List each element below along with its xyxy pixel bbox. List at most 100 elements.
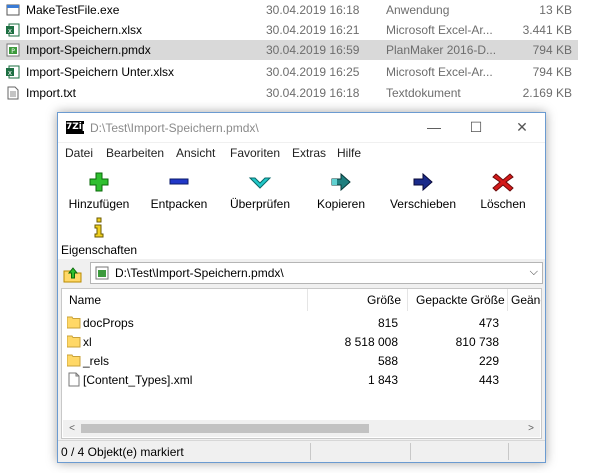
- file-type: Anwendung: [386, 3, 450, 17]
- test-button[interactable]: Überprüfen: [224, 171, 296, 211]
- status-divider: [310, 443, 311, 460]
- address-bar: D:\Test\Import-Speichern.pmdx\ ⌵: [58, 261, 545, 287]
- move-label: Verschieben: [389, 197, 457, 211]
- item-name: _rels: [83, 354, 110, 368]
- item-name: xl: [83, 335, 92, 349]
- svg-text:P: P: [11, 48, 15, 55]
- menu-hilfe[interactable]: Hilfe: [337, 146, 361, 160]
- folder-icon: [67, 354, 81, 367]
- file-date: 30.04.2019 16:59: [266, 43, 360, 57]
- sevenzip-app-icon: 7Zip: [66, 121, 89, 134]
- explorer-file-row-selected[interactable]: P Import-Speichern.pmdx 30.04.2019 16:59…: [0, 40, 578, 60]
- file-date: 30.04.2019 16:25: [266, 65, 360, 79]
- menu-favoriten[interactable]: Favoriten: [230, 146, 280, 160]
- planmaker-file-icon: [95, 266, 109, 280]
- excel-file-icon: x: [6, 65, 20, 79]
- column-header-size[interactable]: Größe: [367, 293, 401, 307]
- file-name: Import.txt: [26, 86, 77, 100]
- address-path: D:\Test\Import-Speichern.pmdx\: [115, 266, 284, 280]
- file-type: PlanMaker 2016-D...: [386, 43, 497, 57]
- list-header: Name Größe Gepackte Größe Geänc: [62, 289, 541, 311]
- svg-text:x: x: [8, 27, 12, 35]
- explorer-file-row[interactable]: Import.txt 30.04.2019 16:18 Textdokument…: [0, 83, 578, 103]
- explorer-file-row[interactable]: x Import-Speichern.xlsx 30.04.2019 16:21…: [0, 20, 578, 40]
- check-arrow-icon: [248, 177, 272, 189]
- menu-bar: Datei Bearbeiten Ansicht Favoriten Extra…: [58, 143, 545, 163]
- item-size: 815: [377, 316, 398, 330]
- extract-label: Entpacken: [150, 197, 208, 211]
- maximize-button[interactable]: ☐: [453, 113, 499, 142]
- status-bar: 0 / 4 Objekt(e) markiert: [58, 440, 545, 462]
- column-header-modified[interactable]: Geänc: [511, 293, 541, 307]
- svg-text:x: x: [8, 69, 12, 77]
- item-name: [Content_Types].xml: [83, 373, 193, 387]
- info-label: Eigenschaften: [61, 243, 138, 257]
- delete-button[interactable]: Löschen: [474, 171, 532, 211]
- minus-icon: [169, 178, 189, 185]
- file-name: Import-Speichern.xlsx: [26, 23, 143, 37]
- item-packed-size: 473: [478, 316, 499, 330]
- file-type: Microsoft Excel-Ar...: [386, 23, 493, 37]
- column-divider[interactable]: [507, 289, 508, 311]
- item-packed-size: 443: [478, 373, 499, 387]
- file-size: 13 KB: [539, 3, 572, 17]
- chevron-down-icon[interactable]: ⌵: [530, 266, 538, 279]
- item-packed-size: 810 738: [455, 335, 499, 349]
- copy-label: Kopieren: [316, 197, 366, 211]
- file-type: Microsoft Excel-Ar...: [386, 65, 493, 79]
- item-size: 1 843: [367, 373, 398, 387]
- column-divider[interactable]: [407, 289, 408, 311]
- column-header-packed[interactable]: Gepackte Größe: [416, 293, 505, 307]
- menu-datei[interactable]: Datei: [65, 146, 93, 160]
- explorer-file-row[interactable]: x Import-Speichern Unter.xlsx 30.04.2019…: [0, 62, 578, 82]
- list-item[interactable]: [Content_Types].xml 1 843 443: [62, 370, 541, 389]
- folder-icon: [67, 316, 81, 329]
- planmaker-file-icon: P: [6, 43, 20, 57]
- horizontal-scrollbar[interactable]: < >: [63, 420, 540, 437]
- test-label: Überprüfen: [229, 197, 291, 211]
- scroll-left-arrow-icon[interactable]: <: [64, 421, 80, 436]
- column-header-name[interactable]: Name: [69, 293, 101, 307]
- status-text: 0 / 4 Objekt(e) markiert: [61, 445, 184, 459]
- move-button[interactable]: Verschieben: [388, 171, 458, 211]
- copy-button[interactable]: Kopieren: [308, 171, 374, 211]
- add-label: Hinzufügen: [68, 197, 130, 211]
- file-type: Textdokument: [386, 86, 461, 100]
- toolbar: Hinzufügen Entpacken Überprüfen Kopieren…: [58, 163, 545, 259]
- scrollbar-thumb[interactable]: [81, 424, 369, 433]
- menu-extras[interactable]: Extras: [292, 146, 326, 160]
- folder-up-icon[interactable]: [62, 264, 84, 284]
- item-size: 8 518 008: [344, 335, 398, 349]
- title-bar[interactable]: 7Zip D:\Test\Import-Speichern.pmdx\ — ☐ …: [58, 113, 545, 142]
- menu-ansicht[interactable]: Ansicht: [176, 146, 215, 160]
- excel-file-icon: x: [6, 23, 20, 37]
- file-name: Import-Speichern Unter.xlsx: [26, 65, 175, 79]
- menu-bearbeiten[interactable]: Bearbeiten: [106, 146, 164, 160]
- list-item[interactable]: docProps 815 473: [62, 313, 541, 332]
- explorer-file-row[interactable]: MakeTestFile.exe 30.04.2019 16:18 Anwend…: [0, 0, 578, 20]
- folder-icon: [67, 335, 81, 348]
- delete-x-icon: [492, 173, 514, 192]
- info-button[interactable]: Eigenschaften: [61, 217, 137, 257]
- extract-button[interactable]: Entpacken: [144, 171, 214, 211]
- plus-icon: [89, 172, 109, 192]
- address-input[interactable]: D:\Test\Import-Speichern.pmdx\ ⌵: [90, 262, 543, 284]
- file-date: 30.04.2019 16:18: [266, 3, 360, 17]
- close-button[interactable]: ✕: [499, 113, 545, 142]
- list-item[interactable]: _rels 588 229: [62, 351, 541, 370]
- scroll-right-arrow-icon[interactable]: >: [523, 421, 539, 436]
- file-icon: [68, 372, 80, 387]
- file-size: 2.169 KB: [522, 86, 572, 100]
- status-divider: [508, 443, 509, 460]
- file-date: 30.04.2019 16:18: [266, 86, 360, 100]
- add-button[interactable]: Hinzufügen: [64, 171, 134, 211]
- delete-label: Löschen: [480, 197, 526, 211]
- status-divider: [410, 443, 411, 460]
- exe-icon: [6, 4, 20, 16]
- item-packed-size: 229: [478, 354, 499, 368]
- minimize-button[interactable]: —: [411, 113, 457, 142]
- list-item[interactable]: xl 8 518 008 810 738: [62, 332, 541, 351]
- column-divider[interactable]: [307, 289, 308, 311]
- file-name: MakeTestFile.exe: [26, 3, 120, 17]
- move-arrow-icon: [413, 172, 433, 192]
